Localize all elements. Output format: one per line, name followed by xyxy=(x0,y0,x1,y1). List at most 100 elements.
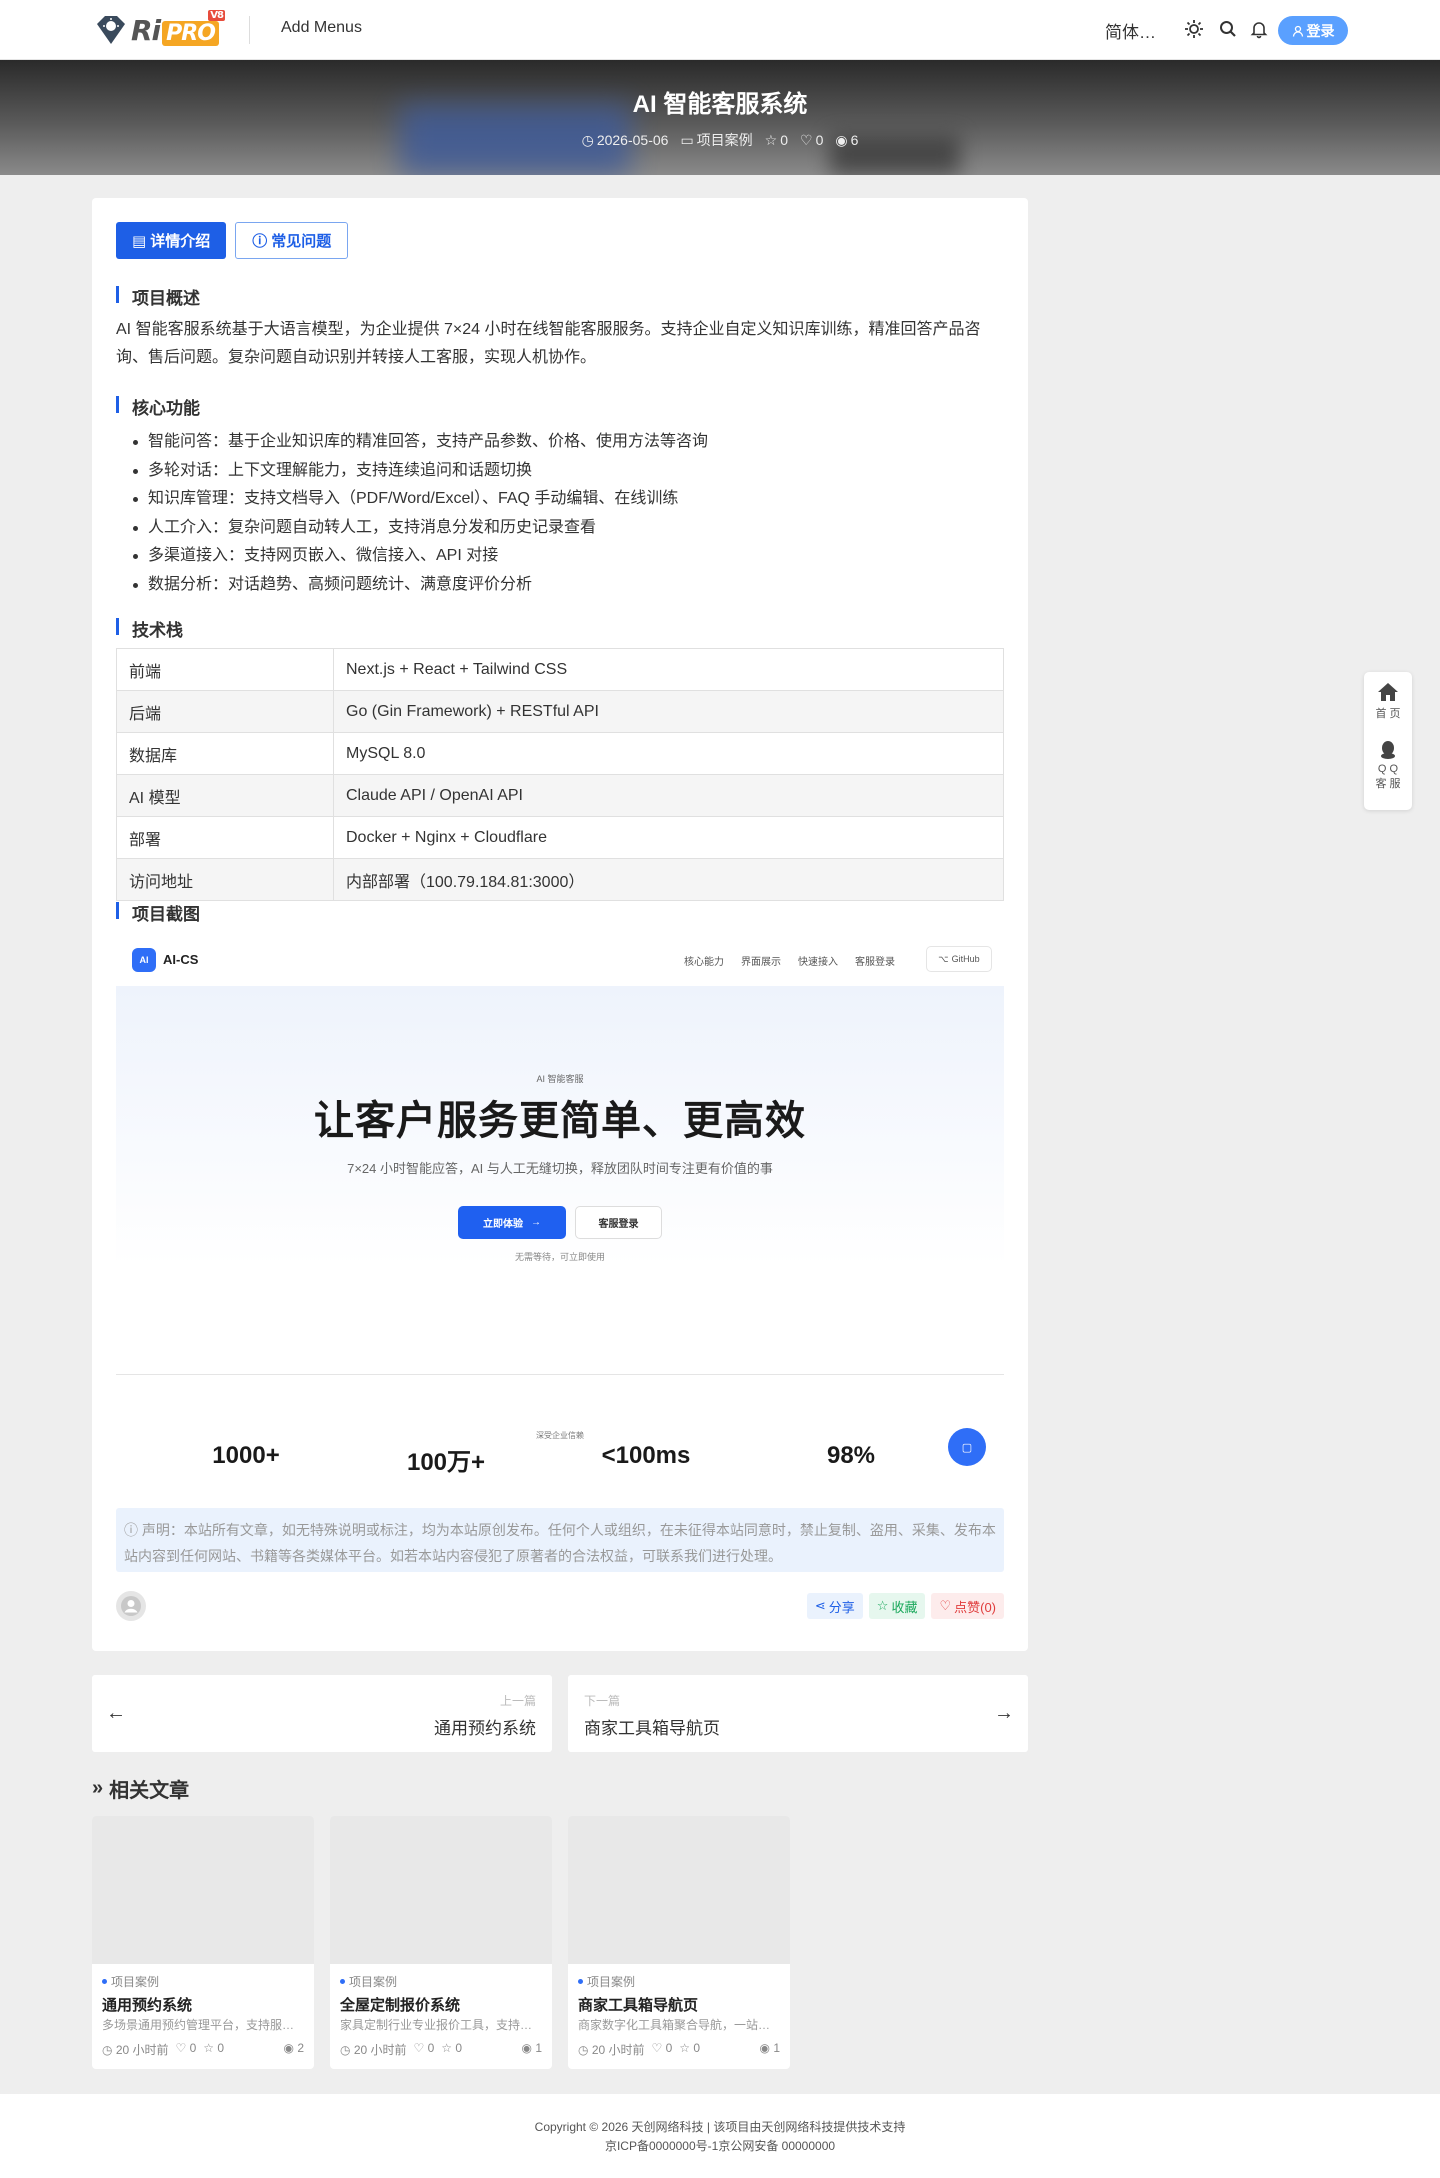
related-card[interactable]: 项目案例 全屋定制报价系统 家具定制行业专业报价工具，支持… ◷ 20 小时前 … xyxy=(330,1816,552,2069)
related-likes: 0 xyxy=(665,2041,673,2055)
site-footer: Copyright © 2026 天创网络科技 | 该项目由天创网络科技提供技术… xyxy=(0,2094,1440,2178)
section-heading-screenshot: 项目截图 xyxy=(116,900,200,925)
related-desc: 多场景通用预约管理平台，支持服… xyxy=(102,2018,295,2032)
side-qq-button[interactable]: Q Q 客 服 xyxy=(1364,740,1412,791)
list-item: 知识库管理：支持文档导入（PDF/Word/Excel）、FAQ 手动编辑、在线… xyxy=(128,485,708,514)
list-item: 人工介入：复杂问题自动转人工，支持消息分发和历史记录查看 xyxy=(128,514,708,543)
screenshot-note: 无需等待，可立即使用 xyxy=(514,1252,605,1262)
clock-icon: ◷ 20 小时前 xyxy=(578,2043,645,2057)
heart-icon: ♡ xyxy=(800,131,813,148)
header-divider xyxy=(249,16,250,44)
screenshot-logo: AI xyxy=(132,948,156,972)
share-button[interactable]: ⋖ 分享 xyxy=(806,1593,863,1619)
related-title[interactable]: 全屋定制报价系统 xyxy=(340,1994,460,2015)
add-menus-link[interactable]: Add Menus xyxy=(281,19,362,37)
screenshot-headline: 让客户服务更简单、更高效 xyxy=(314,1099,806,1143)
related-favs: 0 xyxy=(217,2041,225,2055)
star-icon: ☆ 0 xyxy=(441,2041,463,2055)
eye-icon: ◉ 2 xyxy=(283,2041,305,2055)
likes-count: 0 xyxy=(815,132,824,148)
side-float-toolbar: 首 页 Q Q 客 服 xyxy=(1364,672,1412,810)
next-label: 下一篇 xyxy=(584,1694,621,1708)
article-card: ▤ 详情介绍 ⓘ 常见问题 项目概述 AI 智能客服系统基于大语言模型，为企业提… xyxy=(92,198,1028,1651)
content-tabs: ▤ 详情介绍 ⓘ 常见问题 xyxy=(116,222,349,259)
table-row: 访问地址 内部部署（100.79.184.81:3000） xyxy=(116,858,1004,901)
screenshot-tag: AI 智能客服 xyxy=(536,1074,584,1084)
screenshot-navbar: AI AI-CS 核心能力 界面展示 快速接入 客服登录 ⌥ GitHub xyxy=(116,938,1004,986)
tab-details[interactable]: ▤ 详情介绍 xyxy=(116,222,227,259)
post-title: AI 智能客服系统 xyxy=(632,91,808,118)
search-icon[interactable] xyxy=(1218,19,1238,39)
stat-value: 98% xyxy=(826,1442,876,1469)
related-title[interactable]: 商家工具箱导航页 xyxy=(578,1994,698,2015)
language-switch[interactable]: 简体… xyxy=(1105,18,1156,43)
related-category[interactable]: 项目案例 xyxy=(578,1973,635,1990)
table-cell: 部署 xyxy=(116,816,334,859)
chat-bubble-icon: ▢ xyxy=(948,1428,986,1466)
related-thumbnail[interactable] xyxy=(92,1816,314,1964)
screenshot-primary-button: 立即体验 → xyxy=(458,1206,566,1239)
share-label: 分享 xyxy=(828,1599,855,1615)
related-views: 2 xyxy=(297,2041,304,2055)
related-thumbnail[interactable] xyxy=(568,1816,790,1964)
related-heading: » 相关文章 xyxy=(92,1774,189,1803)
avatar[interactable] xyxy=(116,1591,146,1621)
arrow-right-icon: → xyxy=(531,1217,541,1228)
meta-category[interactable]: ▭ 项目案例 xyxy=(680,130,752,150)
next-post-link[interactable]: 下一篇 商家工具箱导航页 → xyxy=(568,1675,1028,1752)
screenshot-divider xyxy=(116,1374,1004,1375)
chevrons-icon: » xyxy=(92,1777,104,1799)
screenshot-subline: 7×24 小时智能应答，AI 与人工无缝切换，释放团队时间专注更有价值的事 xyxy=(347,1161,773,1176)
like-button[interactable]: ♡ 点赞(0) xyxy=(931,1593,1004,1619)
related-category[interactable]: 项目案例 xyxy=(340,1973,397,1990)
list-item: 多轮对话：上下文理解能力，支持连续追问和话题切换 xyxy=(128,457,708,486)
theme-icon[interactable] xyxy=(1184,19,1204,39)
site-logo[interactable]: Ri PRO V8 xyxy=(91,9,225,50)
post-meta: ◷ 2026-05-06 ▭ 项目案例 ☆ 0 ♡ 0 ◉ 6 xyxy=(0,130,1440,150)
bell-icon[interactable] xyxy=(1249,19,1269,39)
list-item: 智能问答：基于企业知识库的精准回答，支持产品参数、价格、使用方法等咨询 xyxy=(128,428,708,457)
related-thumbnail[interactable] xyxy=(330,1816,552,1964)
document-icon: ▤ xyxy=(132,232,147,250)
screenshot-brand: AI-CS xyxy=(163,952,199,967)
meta-date: ◷ 2026-05-06 xyxy=(582,130,669,150)
related-meta: ◷ 20 小时前 ♡ 0 ☆ 0 ◉ 1 xyxy=(340,2041,542,2058)
star-icon: ☆ xyxy=(764,131,778,148)
overview-paragraph: AI 智能客服系统基于大语言模型，为企业提供 7×24 小时在线智能客服服务。支… xyxy=(116,321,981,366)
favorite-button[interactable]: ☆ 收藏 xyxy=(868,1593,926,1619)
favorite-label: 收藏 xyxy=(891,1599,918,1615)
tab-faq[interactable]: ⓘ 常见问题 xyxy=(235,222,349,259)
screenshot-nav-link: 快速接入 xyxy=(798,957,838,968)
prev-title: 通用预约系统 xyxy=(434,1719,536,1738)
eye-icon: ◉ 1 xyxy=(759,2041,781,2055)
notice-text: 声明：本站所有文章，如无特殊说明或标注，均为本站原创发布。任何个人或组织，在未征… xyxy=(124,1522,996,1564)
related-card[interactable]: 项目案例 商家工具箱导航页 商家数字化工具箱聚合导航，一站… ◷ 20 小时前 … xyxy=(568,1816,790,2069)
arrow-left-icon: ← xyxy=(106,1702,126,1724)
table-cell: MySQL 8.0 xyxy=(333,732,1004,775)
table-cell: Docker + Nginx + Cloudflare xyxy=(333,816,1004,859)
prev-post-link[interactable]: ← 上一篇 通用预约系统 xyxy=(92,1675,552,1752)
footer-icp[interactable]: 京ICP备0000000号-1京公网安备 00000000 xyxy=(0,2137,1440,2156)
side-home-label: 首 页 xyxy=(1375,708,1401,720)
screenshot-nav-link: 客服登录 xyxy=(855,957,895,968)
related-time: 20 小时前 xyxy=(115,2043,169,2057)
related-time: 20 小时前 xyxy=(353,2043,407,2057)
screenshot-hero: AI 智能客服 让客户服务更简单、更高效 7×24 小时智能应答，AI 与人工无… xyxy=(116,986,1004,1386)
screenshot-trust-label: 深受企业信赖 xyxy=(536,1431,584,1440)
screenshot-nav-link: 界面展示 xyxy=(741,957,781,968)
list-item: 数据分析：对话趋势、高频问题统计、满意度评价分析 xyxy=(128,571,708,600)
side-home-button[interactable]: 首 页 xyxy=(1364,682,1412,721)
related-views: 1 xyxy=(535,2041,542,2055)
table-cell: 数据库 xyxy=(116,732,334,775)
stat-value: 100万+ xyxy=(406,1449,486,1476)
login-button[interactable]: 登录 xyxy=(1278,16,1348,45)
meta-likes: ♡ 0 xyxy=(800,130,823,150)
related-favs: 0 xyxy=(455,2041,463,2055)
post-actions: ⋖ 分享 ☆ 收藏 ♡ 点赞(0) xyxy=(806,1593,1004,1619)
related-category[interactable]: 项目案例 xyxy=(102,1973,159,1990)
table-cell: Next.js + React + Tailwind CSS xyxy=(333,648,1004,691)
table-cell: AI 模型 xyxy=(116,774,334,817)
screenshot-primary-label: 立即体验 xyxy=(483,1219,523,1230)
related-title[interactable]: 通用预约系统 xyxy=(102,1994,192,2015)
related-card[interactable]: 项目案例 通用预约系统 多场景通用预约管理平台，支持服… ◷ 20 小时前 ♡ … xyxy=(92,1816,314,2069)
